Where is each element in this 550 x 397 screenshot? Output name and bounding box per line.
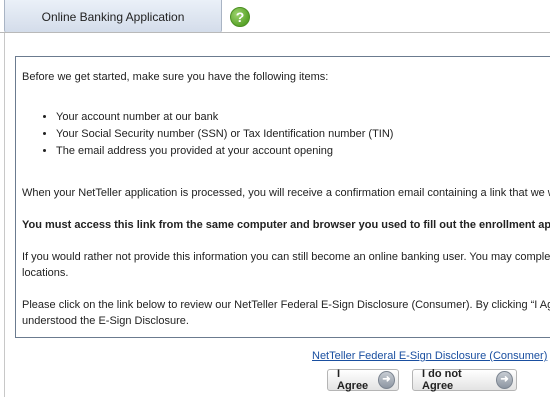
alternative-text-line2: locations.	[22, 267, 69, 279]
tab-label: Online Banking Application	[41, 9, 185, 24]
list-item: The email address you provided at your a…	[56, 143, 393, 160]
alternative-text-line1: If you would rather not provide this inf…	[22, 251, 550, 263]
esign-disclosure-link[interactable]: NetTeller Federal E-Sign Disclosure (Con…	[312, 350, 547, 362]
requirements-list: Your account number at our bank Your Soc…	[16, 109, 393, 160]
disagree-button[interactable]: I do not Agree ➜	[412, 368, 517, 392]
tab-online-banking-application[interactable]: Online Banking Application	[4, 0, 222, 33]
instructions-panel: Before we get started, make sure you hav…	[15, 56, 550, 338]
help-icon[interactable]: ?	[230, 7, 250, 27]
tab-bar: Online Banking Application ?	[0, 0, 550, 33]
must-access-text: You must access this link from the same …	[22, 219, 550, 231]
arrow-right-icon: ➜	[496, 371, 513, 389]
confirmation-text: When your NetTeller application is proce…	[22, 187, 550, 199]
list-item: Your Social Security number (SSN) or Tax…	[56, 126, 393, 143]
esign-text-line2: understood the E-Sign Disclosure.	[22, 315, 189, 327]
disagree-button-label: I do not Agree	[422, 368, 462, 392]
intro-text: Before we get started, make sure you hav…	[22, 71, 329, 83]
arrow-right-icon: ➜	[377, 371, 395, 389]
list-item: Your account number at our bank	[56, 109, 393, 126]
agree-button-label: I Agree	[337, 368, 369, 392]
agree-button[interactable]: I Agree ➜	[327, 368, 399, 392]
esign-text-line1: Please click on the link below to review…	[22, 299, 550, 311]
